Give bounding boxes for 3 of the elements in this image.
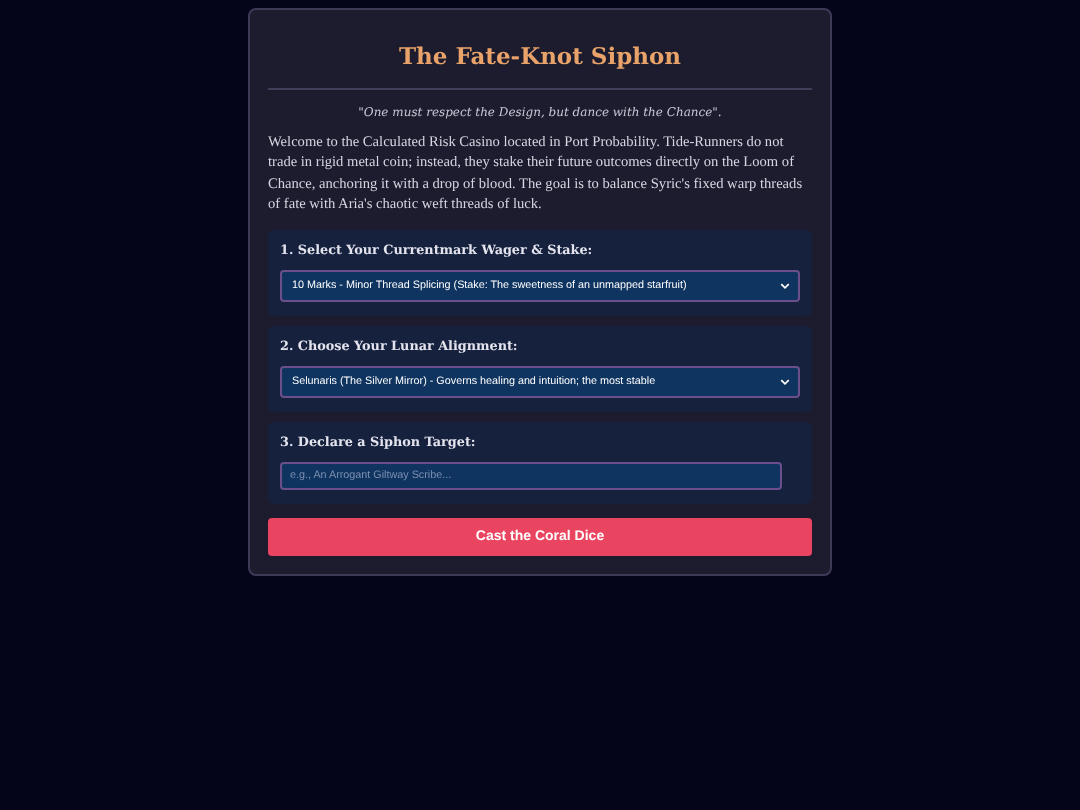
chevron-down-icon [780,282,790,291]
page-title: The Fate-Knot Siphon [396,42,684,70]
chevron-down-icon [780,378,790,387]
